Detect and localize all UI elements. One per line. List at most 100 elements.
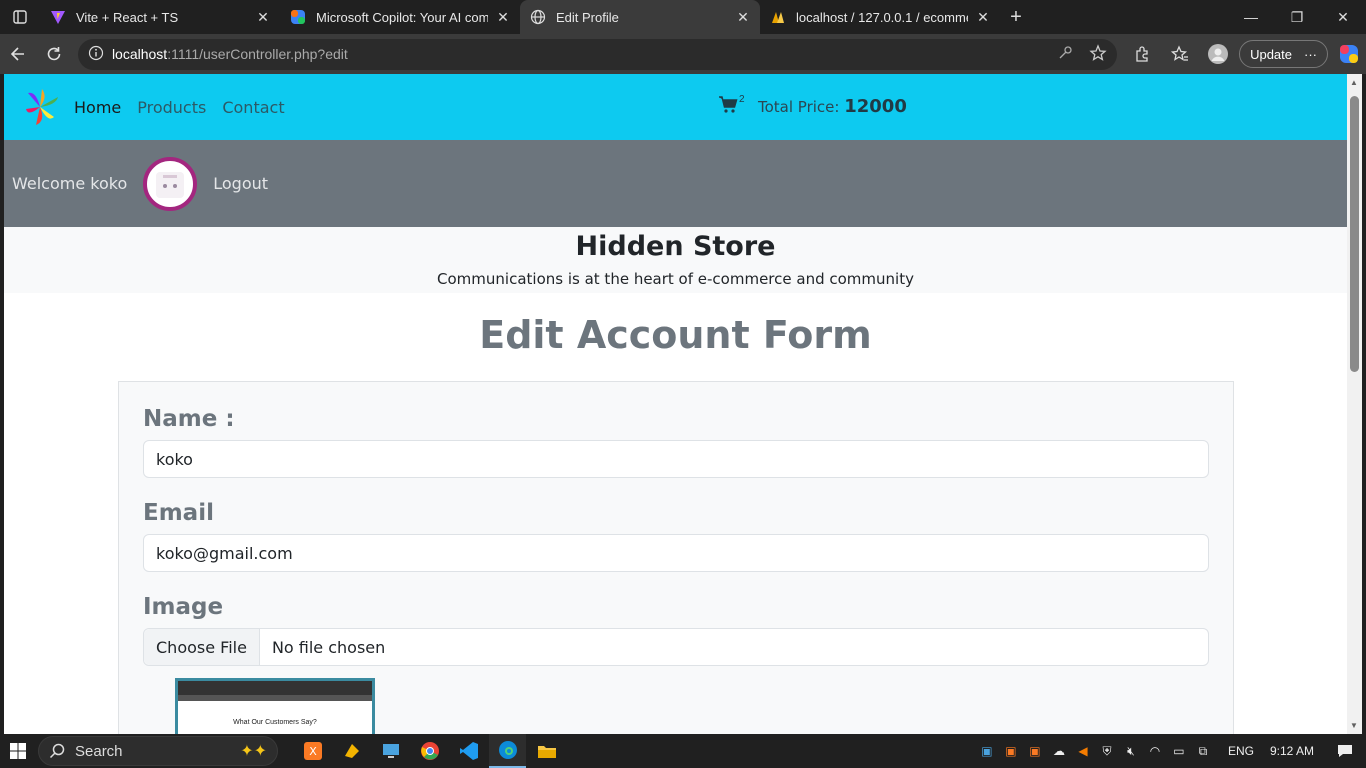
total-price: Total Price: 12000 xyxy=(758,96,907,117)
url-path: :1111/userController.php?edit xyxy=(167,46,348,62)
xampp-taskbar-icon[interactable]: X xyxy=(294,734,331,768)
name-field[interactable]: koko xyxy=(143,440,1209,478)
security-shield-icon[interactable]: ⛨ xyxy=(1098,742,1116,760)
tab-title: Microsoft Copilot: Your AI compa xyxy=(316,9,488,25)
xampp-tray-icon[interactable]: ▣ xyxy=(1002,742,1020,760)
preview-caption: What Our Customers Say? xyxy=(233,719,317,726)
email-label: Email xyxy=(143,500,214,526)
choose-file-button[interactable]: Choose File xyxy=(144,629,260,665)
vscode-taskbar-icon[interactable] xyxy=(450,734,487,768)
wifi-icon[interactable]: ◠ xyxy=(1146,742,1164,760)
close-tab-icon[interactable]: ✕ xyxy=(734,8,752,26)
globe-icon xyxy=(530,9,546,25)
copilot-sidebar-icon[interactable] xyxy=(1332,38,1366,70)
chrome-taskbar-icon[interactable] xyxy=(411,734,448,768)
volume-muted-icon[interactable]: 🔇︎ xyxy=(1122,742,1140,760)
close-tab-icon[interactable]: ✕ xyxy=(254,8,272,26)
restore-icon[interactable]: ❐ xyxy=(1274,0,1320,34)
favorites-icon[interactable] xyxy=(1163,38,1197,70)
close-tab-icon[interactable]: ✕ xyxy=(974,8,992,26)
preview-browser-bar xyxy=(178,681,372,695)
update-label: Update xyxy=(1250,46,1292,62)
site-logo-icon[interactable] xyxy=(18,83,66,131)
remote-desktop-taskbar-icon[interactable] xyxy=(372,734,409,768)
tab-actions-icon[interactable] xyxy=(0,0,40,34)
new-tab-icon[interactable]: + xyxy=(1000,0,1032,34)
extensions-icon[interactable] xyxy=(1125,38,1159,70)
tab-phpmyadmin[interactable]: localhost / 127.0.0.1 / ecommerce ✕ xyxy=(760,0,1000,34)
scroll-up-icon[interactable]: ▲ xyxy=(1350,78,1358,87)
nav-contact-link[interactable]: Contact xyxy=(222,98,284,117)
total-price-label: Total Price: xyxy=(758,98,840,116)
form-title: Edit Account Form xyxy=(479,313,872,357)
tab-title: Edit Profile xyxy=(556,9,619,25)
store-subtitle: Communications is at the heart of e-comm… xyxy=(437,270,914,288)
cart-icon xyxy=(719,96,738,113)
page-scrollbar[interactable]: ▲ ▼ xyxy=(1347,74,1362,734)
windows-start-icon[interactable] xyxy=(0,734,36,768)
store-header: Hidden Store Communications is at the he… xyxy=(4,227,1347,293)
language-indicator[interactable]: ENG xyxy=(1228,744,1254,758)
name-value: koko xyxy=(156,449,193,469)
total-price-value: 12000 xyxy=(844,96,907,117)
update-button[interactable]: Update ··· xyxy=(1239,40,1328,68)
page-viewport: Home Products Contact 2 Total Price: 120… xyxy=(4,74,1347,734)
key-icon[interactable] xyxy=(1057,45,1073,64)
nav-home-link[interactable]: Home xyxy=(74,98,121,117)
avatar-image-icon xyxy=(156,171,185,198)
site-navbar: Home Products Contact 2 Total Price: 120… xyxy=(4,74,1347,140)
windows-taskbar: Search ✦✦ X ▣ ▣ ▣ ☁ ◀ ⛨ 🔇︎ ◠ ▭ ⧉ ENG 9:1… xyxy=(0,734,1366,768)
refresh-icon[interactable] xyxy=(36,38,72,70)
edge-taskbar-icon[interactable] xyxy=(489,734,526,768)
taskbar-search[interactable]: Search ✦✦ xyxy=(38,736,278,766)
window-controls: — ❐ ✕ xyxy=(1228,0,1366,34)
xampp-tray-icon-2[interactable]: ▣ xyxy=(1026,742,1044,760)
email-value: koko@gmail.com xyxy=(156,543,293,563)
svg-text:X: X xyxy=(309,745,317,758)
close-window-icon[interactable]: ✕ xyxy=(1320,0,1366,34)
file-explorer-taskbar-icon[interactable] xyxy=(528,734,565,768)
close-tab-icon[interactable]: ✕ xyxy=(494,8,512,26)
nav-products-link[interactable]: Products xyxy=(137,98,206,117)
welcome-text: Welcome koko xyxy=(12,174,128,193)
system-tray: ▣ ▣ ▣ ☁ ◀ ⛨ 🔇︎ ◠ ▭ ⧉ ENG 9:12 AM xyxy=(978,742,1366,760)
sticky-app-taskbar-icon[interactable] xyxy=(333,734,370,768)
back-icon[interactable] xyxy=(0,38,36,70)
more-options-icon: ··· xyxy=(1304,46,1317,62)
tab-vite[interactable]: Vite + React + TS ✕ xyxy=(40,0,280,34)
store-title: Hidden Store xyxy=(575,231,776,262)
avatar[interactable] xyxy=(143,156,198,211)
profile-avatar-icon[interactable] xyxy=(1201,38,1235,70)
minimize-icon[interactable]: — xyxy=(1228,0,1274,34)
user-bar: Welcome koko Logout xyxy=(4,140,1347,227)
search-placeholder: Search xyxy=(75,742,123,760)
search-highlight-icon: ✦✦ xyxy=(240,743,267,760)
tab-copilot[interactable]: Microsoft Copilot: Your AI compa ✕ xyxy=(280,0,520,34)
email-field[interactable]: koko@gmail.com xyxy=(143,534,1209,572)
window-border xyxy=(1362,74,1366,734)
site-info-icon[interactable] xyxy=(88,45,104,64)
image-file-input[interactable]: Choose File No file chosen xyxy=(143,628,1209,666)
search-icon xyxy=(49,743,65,759)
browser-tab-bar: Vite + React + TS ✕ Microsoft Copilot: Y… xyxy=(0,0,1366,34)
vite-icon xyxy=(50,9,66,25)
battery-icon[interactable]: ▭ xyxy=(1170,742,1188,760)
clock[interactable]: 9:12 AM xyxy=(1270,744,1314,758)
tab-edit-profile[interactable]: Edit Profile ✕ xyxy=(520,0,760,34)
name-label: Name : xyxy=(143,406,235,432)
tray-app-icon[interactable]: ▣ xyxy=(978,742,996,760)
tray-warning-icon[interactable]: ◀ xyxy=(1074,742,1092,760)
preview-address-bar xyxy=(178,695,372,701)
onedrive-icon[interactable]: ☁ xyxy=(1050,742,1068,760)
scrollbar-thumb[interactable] xyxy=(1350,96,1359,372)
edit-account-form: Name : koko Email koko@gmail.com Image C… xyxy=(118,381,1234,734)
notifications-icon[interactable] xyxy=(1336,742,1354,760)
logout-link[interactable]: Logout xyxy=(213,174,268,193)
display-icon[interactable]: ⧉ xyxy=(1194,742,1212,760)
scroll-down-icon[interactable]: ▼ xyxy=(1350,721,1358,730)
cart-button[interactable]: 2 xyxy=(718,94,745,114)
browser-toolbar: localhost:1111/userController.php?edit U… xyxy=(0,34,1366,74)
favorite-star-icon[interactable] xyxy=(1089,43,1107,65)
address-bar[interactable]: localhost:1111/userController.php?edit xyxy=(77,38,1118,70)
tab-title: Vite + React + TS xyxy=(76,9,179,25)
